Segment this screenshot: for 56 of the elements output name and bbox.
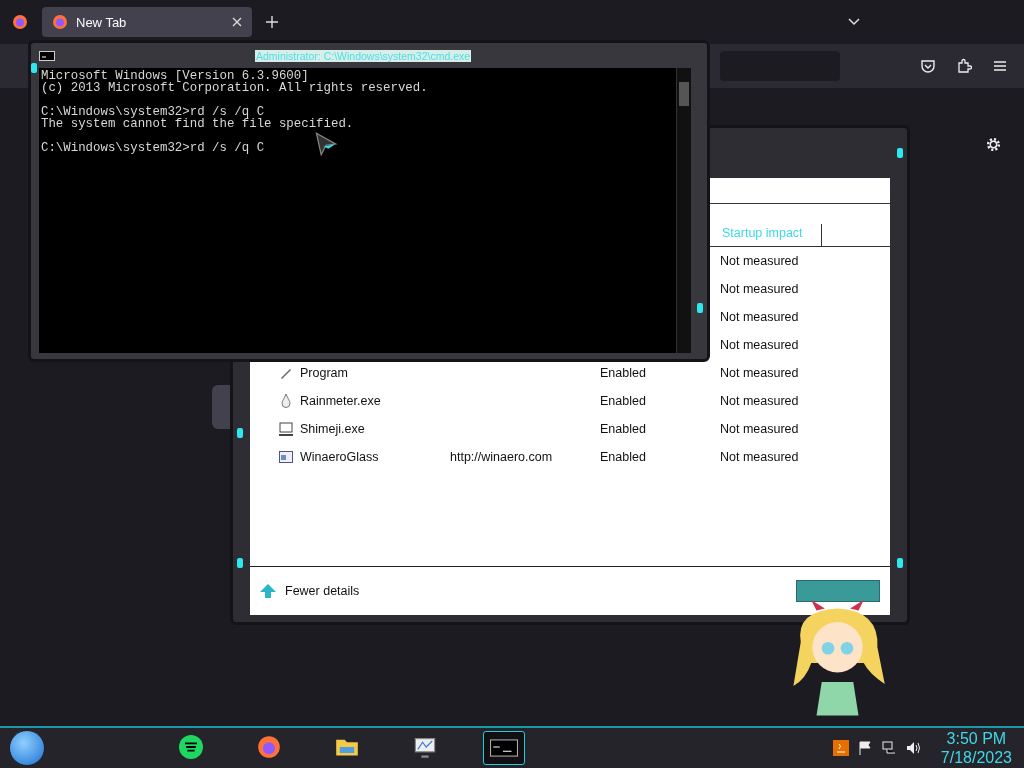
impact-text: Not measured: [720, 422, 799, 436]
impact-text: Not measured: [720, 254, 799, 268]
status-text: Enabled: [600, 422, 646, 436]
program-name: Rainmeter.exe: [300, 394, 381, 408]
browser-tab[interactable]: New Tab: [42, 7, 252, 37]
indicator-light: [31, 63, 37, 73]
drop-icon: [278, 393, 294, 409]
console-line: The system cannot find the file specified.: [41, 118, 354, 130]
program-name: Program: [300, 366, 348, 380]
indicator-light: [237, 558, 243, 568]
mouse-cursor-icon: [314, 132, 338, 156]
settings-icon[interactable]: [985, 136, 1002, 153]
impact-text: Not measured: [720, 282, 799, 296]
scrollbar[interactable]: [676, 68, 691, 353]
volume-icon[interactable]: [904, 740, 921, 756]
monitor-icon: [278, 421, 294, 437]
flag-icon[interactable]: [856, 740, 873, 756]
impact-text: Not measured: [720, 394, 799, 408]
console-line: C:\Windows\system32>rd /s /q C: [41, 142, 265, 154]
console-icon: [39, 50, 55, 61]
chevron-down-icon[interactable]: [848, 18, 860, 26]
network-icon[interactable]: [880, 740, 897, 756]
start-button[interactable]: [9, 730, 45, 766]
clock-time[interactable]: 3:50 PM: [946, 729, 1007, 748]
impact-text: Not measured: [720, 310, 799, 324]
console-line: (c) 2013 Microsoft Corporation. All rights reserved.: [41, 82, 428, 94]
browser-logo-icon: [52, 14, 68, 30]
taskbar-app[interactable]: [483, 731, 525, 765]
fewer-details-link[interactable]: Fewer details: [285, 584, 360, 598]
impact-text: Not measured: [720, 338, 799, 352]
console-line: Microsoft Windows [Version 6.3.9600]: [41, 70, 309, 82]
status-text: Enabled: [600, 394, 646, 408]
browser-logo-icon: [255, 735, 283, 759]
clock-date[interactable]: 7/18/2023: [940, 748, 1012, 767]
indicator-light: [897, 558, 903, 568]
window-icon: [278, 449, 294, 465]
menu-icon[interactable]: [992, 58, 1008, 74]
browser-logo-icon[interactable]: [12, 14, 28, 30]
console-line: C:\Windows\system32>rd /s /q C: [41, 106, 265, 118]
impact-text: Not measured: [720, 366, 799, 380]
indicator-light: [897, 148, 903, 158]
status-text: Enabled: [600, 450, 646, 464]
publisher-text: http://winaero.com: [450, 450, 553, 464]
impact-text: Not measured: [720, 450, 799, 464]
console-icon: [490, 736, 518, 760]
close-icon[interactable]: [232, 17, 242, 27]
tab-title: New Tab: [76, 14, 128, 30]
music-app-icon: [177, 735, 205, 759]
program-name: Shimeji.exe: [300, 422, 365, 436]
indicator-light: [237, 428, 243, 438]
new-tab-icon[interactable]: [266, 16, 278, 28]
status-text: Enabled: [600, 366, 646, 380]
program-name: WinaeroGlass: [300, 450, 379, 464]
indicator-light: [697, 303, 703, 313]
puzzle-icon[interactable]: [956, 58, 972, 74]
window-title: Administrator: C:\Windows\system32\cmd.exe: [255, 49, 472, 62]
